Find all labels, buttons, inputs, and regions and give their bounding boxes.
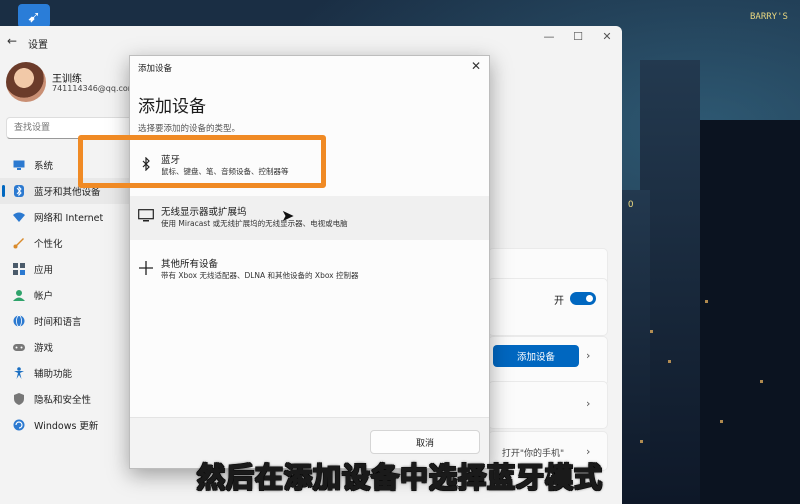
option-description: 带有 Xbox 无线适配器、DLNA 和其他设备的 Xbox 控制器 xyxy=(161,271,359,280)
globe-icon xyxy=(12,314,26,328)
close-icon[interactable]: ✕ xyxy=(471,59,481,73)
maximize-icon[interactable]: ☐ xyxy=(568,30,588,43)
sidebar-item-label: 辅助功能 xyxy=(34,369,73,380)
account-icon xyxy=(12,288,26,302)
chevron-right-icon[interactable]: › xyxy=(586,397,590,410)
neon-sign: BARRY'S xyxy=(750,12,788,22)
apps-icon xyxy=(12,262,26,276)
settings-title: 设置 xyxy=(28,40,48,51)
wifi-icon xyxy=(12,210,26,224)
option-description: 使用 Miracast 或无线扩展坞的无线显示器、电视或电脑 xyxy=(161,219,348,228)
close-icon[interactable]: ✕ xyxy=(597,30,617,43)
back-arrow-icon[interactable]: ← xyxy=(7,34,17,48)
minimize-icon[interactable]: — xyxy=(539,30,559,43)
cancel-button[interactable]: 取消 xyxy=(370,430,480,454)
tutorial-highlight-box xyxy=(78,135,326,188)
dialog-subheading: 选择要添加的设备的类型。 xyxy=(138,124,241,134)
avatar[interactable] xyxy=(6,62,46,102)
neon-sign: O xyxy=(628,200,634,210)
sidebar-item-label: 系统 xyxy=(34,161,54,172)
shield-icon xyxy=(12,392,26,406)
sidebar-item-label: 游戏 xyxy=(34,343,54,354)
plus-icon xyxy=(136,258,156,278)
sidebar-item-label: 时间和语言 xyxy=(34,317,82,328)
accessibility-icon xyxy=(12,366,26,380)
settings-titlebar: ← 设置 — ☐ ✕ xyxy=(0,26,622,56)
option-everything-else[interactable]: 其他所有设备 带有 Xbox 无线适配器、DLNA 和其他设备的 Xbox 控制… xyxy=(130,248,489,292)
brush-icon xyxy=(12,236,26,250)
sidebar-item-label: Windows 更新 xyxy=(34,421,99,432)
gamepad-icon xyxy=(12,340,26,354)
mouse-cursor-icon: ➤ xyxy=(281,206,295,225)
add-device-dialog: 添加设备 ✕ 添加设备 选择要添加的设备的类型。 蓝牙 鼠标、键盘、笔、音频设备… xyxy=(129,55,490,469)
chevron-right-icon[interactable]: › xyxy=(586,349,590,362)
option-title: 其他所有设备 xyxy=(161,259,219,270)
dialog-titlebar: 添加设备 ✕ xyxy=(130,56,489,78)
update-icon xyxy=(12,418,26,432)
sidebar-item-label: 个性化 xyxy=(34,239,63,250)
sidebar-item-label: 帐户 xyxy=(34,291,54,302)
toggle-state-label: 开 xyxy=(554,296,564,307)
user-name: 王训练 xyxy=(52,74,82,85)
option-title: 无线显示器或扩展坞 xyxy=(161,207,247,218)
bluetooth-icon xyxy=(12,184,26,198)
sidebar-item-label: 应用 xyxy=(34,265,54,276)
add-device-button[interactable]: 添加设备 xyxy=(493,345,579,367)
dialog-heading: 添加设备 xyxy=(138,97,206,117)
monitor-icon xyxy=(12,158,26,172)
dialog-window-title: 添加设备 xyxy=(138,64,173,74)
sidebar-item-label: 隐私和安全性 xyxy=(34,395,92,406)
video-caption: 然后在添加设备中选择蓝牙模式 xyxy=(196,460,603,495)
sidebar-item-label: 网络和 Internet xyxy=(34,213,104,224)
bluetooth-toggle[interactable] xyxy=(570,292,596,305)
option-wireless-display[interactable]: 无线显示器或扩展坞 使用 Miracast 或无线扩展坞的无线显示器、电视或电脑 xyxy=(130,196,489,240)
user-email: 741114346@qq.com xyxy=(52,84,136,93)
app-logo-icon[interactable]: ➹ xyxy=(18,4,50,28)
bluetooth-card xyxy=(488,278,608,336)
monitor-icon xyxy=(136,206,156,226)
